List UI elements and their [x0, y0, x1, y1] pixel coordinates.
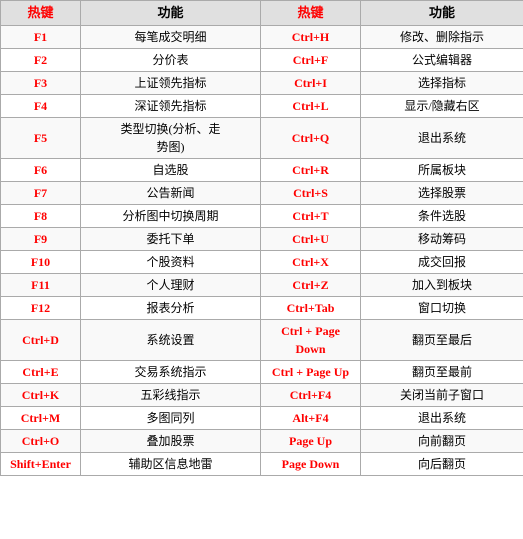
func-left: 叠加股票	[81, 429, 261, 452]
func-left: 自选股	[81, 158, 261, 181]
func-right: 选择指标	[361, 71, 523, 94]
func-left: 深证领先指标	[81, 94, 261, 117]
func-right: 条件选股	[361, 204, 523, 227]
hotkey-left: F11	[1, 273, 81, 296]
hotkey-left: Ctrl+E	[1, 360, 81, 383]
table-row: Ctrl+E交易系统指示Ctrl + Page Up翻页至最前	[1, 360, 523, 383]
func-right: 退出系统	[361, 117, 523, 158]
func-left: 每笔成交明细	[81, 25, 261, 48]
func-right: 公式编辑器	[361, 48, 523, 71]
func-left: 交易系统指示	[81, 360, 261, 383]
hotkey-left: F2	[1, 48, 81, 71]
hotkey-left: F1	[1, 25, 81, 48]
hotkey-left: F7	[1, 181, 81, 204]
func-left: 公告新闻	[81, 181, 261, 204]
hotkey-left: F10	[1, 250, 81, 273]
func-left: 上证领先指标	[81, 71, 261, 94]
func-right: 移动筹码	[361, 227, 523, 250]
func-right: 向后翻页	[361, 452, 523, 475]
table-row: Ctrl+M多图同列Alt+F4退出系统	[1, 406, 523, 429]
hotkey-right: Ctrl+Q	[261, 117, 361, 158]
table-row: F2分价表Ctrl+F公式编辑器	[1, 48, 523, 71]
table-row: F3上证领先指标Ctrl+I选择指标	[1, 71, 523, 94]
table-row: F10个股资料Ctrl+X成交回报	[1, 250, 523, 273]
func-right: 退出系统	[361, 406, 523, 429]
hotkey-left: F6	[1, 158, 81, 181]
header-hotkey2: 热键	[261, 1, 361, 26]
table-row: F9委托下单Ctrl+U移动筹码	[1, 227, 523, 250]
func-left: 类型切换(分析、走 势图)	[81, 117, 261, 158]
func-left: 分价表	[81, 48, 261, 71]
header-hotkey1: 热键	[1, 1, 81, 26]
hotkey-left: Ctrl+O	[1, 429, 81, 452]
hotkey-right: Ctrl+F	[261, 48, 361, 71]
func-right: 显示/隐藏右区	[361, 94, 523, 117]
hotkey-right: Ctrl+F4	[261, 383, 361, 406]
func-right: 向前翻页	[361, 429, 523, 452]
table-row: Ctrl+O叠加股票Page Up向前翻页	[1, 429, 523, 452]
hotkey-right: Ctrl+I	[261, 71, 361, 94]
table-row: F6自选股Ctrl+R所属板块	[1, 158, 523, 181]
func-left: 个人理财	[81, 273, 261, 296]
hotkey-right: Ctrl+R	[261, 158, 361, 181]
func-right: 翻页至最前	[361, 360, 523, 383]
hotkey-left: F8	[1, 204, 81, 227]
func-left: 系统设置	[81, 319, 261, 360]
hotkey-left: Ctrl+K	[1, 383, 81, 406]
table-row: Ctrl+K五彩线指示Ctrl+F4关闭当前子窗口	[1, 383, 523, 406]
hotkey-right: Ctrl+S	[261, 181, 361, 204]
hotkey-right: Ctrl+H	[261, 25, 361, 48]
func-right: 修改、删除指示	[361, 25, 523, 48]
hotkey-right: Ctrl+Tab	[261, 296, 361, 319]
table-row: F1每笔成交明细Ctrl+H修改、删除指示	[1, 25, 523, 48]
func-left: 个股资料	[81, 250, 261, 273]
hotkey-right: Alt+F4	[261, 406, 361, 429]
func-right: 关闭当前子窗口	[361, 383, 523, 406]
func-left: 分析图中切换周期	[81, 204, 261, 227]
hotkey-left: F9	[1, 227, 81, 250]
hotkey-left: Shift+Enter	[1, 452, 81, 475]
table-row: Ctrl+D系统设置Ctrl + Page Down翻页至最后	[1, 319, 523, 360]
hotkey-left: F4	[1, 94, 81, 117]
table-row: F4深证领先指标Ctrl+L显示/隐藏右区	[1, 94, 523, 117]
hotkey-right: Ctrl+T	[261, 204, 361, 227]
table-row: F11个人理财Ctrl+Z加入到板块	[1, 273, 523, 296]
hotkey-left: F5	[1, 117, 81, 158]
table-row: F7公告新闻Ctrl+S选择股票	[1, 181, 523, 204]
table-row: F12报表分析Ctrl+Tab窗口切换	[1, 296, 523, 319]
hotkey-right: Ctrl+X	[261, 250, 361, 273]
hotkey-table: 热键 功能 热键 功能 F1每笔成交明细Ctrl+H修改、删除指示F2分价表Ct…	[0, 0, 523, 476]
func-left: 委托下单	[81, 227, 261, 250]
hotkey-right: Page Up	[261, 429, 361, 452]
func-right: 加入到板块	[361, 273, 523, 296]
table-row: Shift+Enter辅助区信息地雷Page Down向后翻页	[1, 452, 523, 475]
func-left: 报表分析	[81, 296, 261, 319]
header-func1: 功能	[81, 1, 261, 26]
func-left: 五彩线指示	[81, 383, 261, 406]
func-right: 成交回报	[361, 250, 523, 273]
func-left: 辅助区信息地雷	[81, 452, 261, 475]
table-row: F8分析图中切换周期Ctrl+T条件选股	[1, 204, 523, 227]
func-right: 窗口切换	[361, 296, 523, 319]
func-right: 选择股票	[361, 181, 523, 204]
table-row: F5类型切换(分析、走 势图)Ctrl+Q退出系统	[1, 117, 523, 158]
func-left: 多图同列	[81, 406, 261, 429]
hotkey-left: Ctrl+D	[1, 319, 81, 360]
hotkey-left: F3	[1, 71, 81, 94]
header-func2: 功能	[361, 1, 523, 26]
hotkey-right: Page Down	[261, 452, 361, 475]
hotkey-right: Ctrl + Page Up	[261, 360, 361, 383]
func-right: 所属板块	[361, 158, 523, 181]
func-right: 翻页至最后	[361, 319, 523, 360]
hotkey-right: Ctrl+Z	[261, 273, 361, 296]
hotkey-right: Ctrl + Page Down	[261, 319, 361, 360]
hotkey-left: F12	[1, 296, 81, 319]
hotkey-right: Ctrl+L	[261, 94, 361, 117]
hotkey-right: Ctrl+U	[261, 227, 361, 250]
hotkey-left: Ctrl+M	[1, 406, 81, 429]
